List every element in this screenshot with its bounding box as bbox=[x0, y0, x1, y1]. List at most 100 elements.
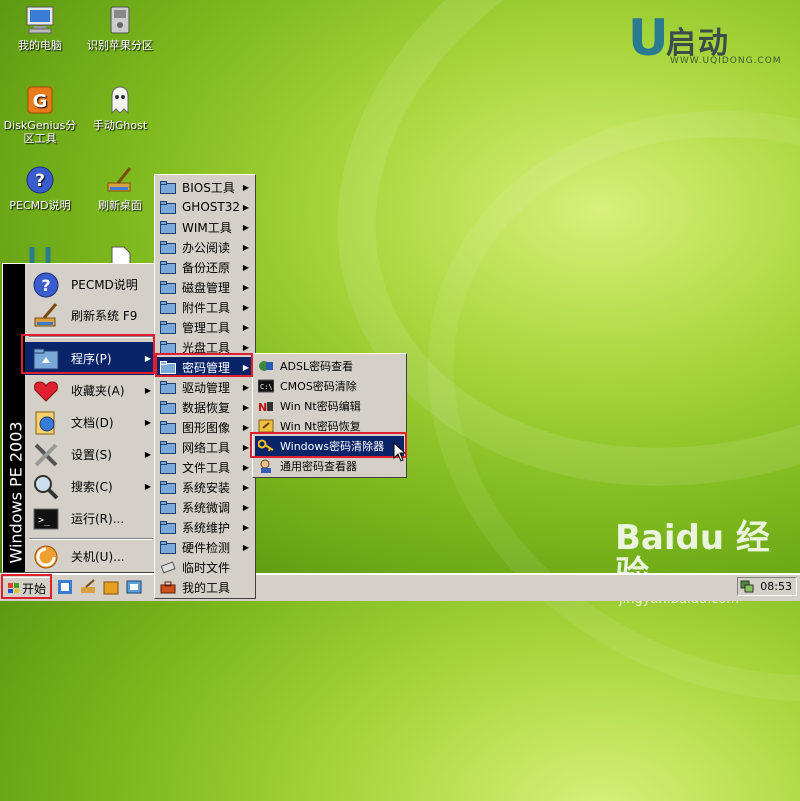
password-item-nt-edit[interactable]: N Win Nt密码编辑 bbox=[255, 396, 404, 416]
folder-icon bbox=[160, 480, 176, 494]
start-item-shutdown[interactable]: 关机(U)... bbox=[25, 540, 155, 573]
folder-icon bbox=[160, 180, 176, 194]
programs-item[interactable]: 备份还原 ▶ bbox=[157, 257, 253, 277]
quicklaunch-icon[interactable] bbox=[126, 579, 142, 595]
quicklaunch-icon[interactable] bbox=[57, 579, 73, 595]
programs-item-my-tools[interactable]: 我的工具 bbox=[157, 577, 253, 597]
console-icon: C:\ bbox=[258, 379, 274, 393]
programs-item[interactable]: 硬件检测 ▶ bbox=[157, 537, 253, 557]
password-item-label: ADSL密码查看 bbox=[280, 360, 354, 373]
programs-item[interactable]: 系统微调 ▶ bbox=[157, 497, 253, 517]
desktop-icon-refresh-desktop[interactable]: 刷新桌面 bbox=[80, 164, 160, 212]
programs-item[interactable]: WIM工具 ▶ bbox=[157, 217, 253, 237]
submenu-arrow-icon: ▶ bbox=[242, 242, 249, 252]
password-item-universal-viewer[interactable]: 通用密码查看器 bbox=[255, 456, 404, 476]
start-item-label: 刷新系统 F9 bbox=[71, 309, 138, 323]
programs-item[interactable]: 管理工具 ▶ bbox=[157, 317, 253, 337]
submenu-arrow-icon: ▶ bbox=[242, 502, 249, 512]
programs-item[interactable]: 图形图像 ▶ bbox=[157, 417, 253, 437]
desktop-icon-label: 刷新桌面 bbox=[98, 199, 142, 212]
programs-item-password-management[interactable]: 密码管理 ▶ bbox=[157, 357, 253, 377]
password-item-adsl[interactable]: ADSL密码查看 bbox=[255, 356, 404, 376]
mouse-cursor-icon bbox=[393, 442, 407, 462]
start-item-documents[interactable]: 文档(D) ▶ bbox=[25, 406, 155, 439]
desktop-icon-pecmd-help[interactable]: ? PECMD说明 bbox=[0, 164, 80, 212]
programs-item[interactable]: 数据恢复 ▶ bbox=[157, 397, 253, 417]
start-item-label: 搜索(C) bbox=[71, 480, 113, 494]
start-menu: Windows PE 2003 ? PECMD说明 刷新系统 F9 程序(P) … bbox=[2, 263, 157, 573]
password-item-cmos[interactable]: C:\ CMOS密码清除 bbox=[255, 376, 404, 396]
start-item-label: PECMD说明 bbox=[71, 278, 138, 292]
start-item-refresh-system[interactable]: 刷新系统 F9 bbox=[25, 299, 155, 332]
submenu-arrow-icon: ▶ bbox=[242, 542, 249, 552]
start-item-settings[interactable]: 设置(S) ▶ bbox=[25, 438, 155, 471]
programs-item[interactable]: 文件工具 ▶ bbox=[157, 457, 253, 477]
computer-icon bbox=[23, 4, 57, 36]
quicklaunch-icon[interactable] bbox=[103, 579, 119, 595]
desktop-icon-my-computer[interactable]: 我的电脑 bbox=[0, 4, 80, 52]
submenu-arrow-icon: ▶ bbox=[144, 418, 151, 427]
start-item-favorites[interactable]: 收藏夹(A) ▶ bbox=[25, 374, 155, 407]
programs-item-label: 磁盘管理 bbox=[182, 280, 231, 295]
programs-item[interactable]: 系统安装 ▶ bbox=[157, 477, 253, 497]
programs-item[interactable]: 办公阅读 ▶ bbox=[157, 237, 253, 257]
refresh-broom-icon bbox=[31, 302, 61, 330]
submenu-arrow-icon: ▶ bbox=[242, 322, 249, 332]
folder-icon bbox=[160, 520, 176, 534]
submenu-arrow-icon: ▶ bbox=[242, 442, 249, 452]
windows-flag-icon bbox=[7, 583, 19, 593]
start-item-label: 运行(R)... bbox=[71, 512, 125, 526]
desktop-icon-diskgenius[interactable]: G DiskGenius分 区工具 bbox=[0, 84, 80, 145]
password-viewer-icon bbox=[258, 459, 274, 473]
folder-icon bbox=[160, 280, 176, 294]
programs-item[interactable]: 系统维护 ▶ bbox=[157, 517, 253, 537]
svg-text:>_: >_ bbox=[38, 515, 51, 526]
folder-icon bbox=[160, 380, 176, 394]
desktop-icon-label: PECMD说明 bbox=[9, 199, 71, 212]
submenu-arrow-icon: ▶ bbox=[242, 182, 249, 192]
start-item-pecmd-help[interactable]: ? PECMD说明 bbox=[25, 268, 155, 301]
desktop-icon-partial[interactable] bbox=[80, 244, 160, 264]
programs-item[interactable]: 光盘工具 ▶ bbox=[157, 337, 253, 357]
submenu-arrow-icon: ▶ bbox=[144, 386, 151, 395]
desktop-icon-manual-ghost[interactable]: 手动Ghost bbox=[80, 84, 160, 132]
programs-item[interactable]: 磁盘管理 ▶ bbox=[157, 277, 253, 297]
programs-item-label: 附件工具 bbox=[182, 300, 231, 315]
start-item-run[interactable]: >_ 运行(R)... bbox=[25, 502, 155, 535]
folder-icon bbox=[160, 240, 176, 254]
folder-icon bbox=[160, 460, 176, 474]
programs-item-label: 密码管理 bbox=[182, 360, 231, 375]
programs-item-label: 管理工具 bbox=[182, 320, 231, 335]
start-button[interactable]: 开始 bbox=[2, 577, 52, 599]
programs-item[interactable]: 网络工具 ▶ bbox=[157, 437, 253, 457]
run-icon: >_ bbox=[31, 505, 61, 533]
folder-icon bbox=[160, 360, 176, 374]
programs-item-label: 网络工具 bbox=[182, 440, 231, 455]
start-item-programs[interactable]: 程序(P) ▶ bbox=[25, 342, 155, 375]
programs-item-label: 硬件检测 bbox=[182, 540, 231, 555]
submenu-arrow-icon: ▶ bbox=[144, 482, 151, 491]
clock[interactable]: 08:53 bbox=[760, 580, 792, 593]
programs-item-label: 系统微调 bbox=[182, 500, 231, 515]
programs-item-temp-files[interactable]: 临时文件 bbox=[157, 557, 253, 577]
password-item-windows-password-cleaner[interactable]: Windows密码清除器 bbox=[255, 436, 404, 456]
folder-icon bbox=[160, 440, 176, 454]
programs-item[interactable]: 附件工具 ▶ bbox=[157, 297, 253, 317]
password-item-label: Windows密码清除器 bbox=[280, 440, 385, 453]
programs-item[interactable]: GHOST32 ▶ bbox=[157, 197, 253, 217]
desktop-icon-partial[interactable] bbox=[0, 244, 80, 264]
drive-icon bbox=[103, 4, 137, 36]
submenu-arrow-icon: ▶ bbox=[242, 482, 249, 492]
document-icon bbox=[103, 244, 137, 264]
nt-edit-icon: N bbox=[258, 399, 274, 413]
password-item-nt-recover[interactable]: Win Nt密码恢复 bbox=[255, 416, 404, 436]
adsl-icon bbox=[258, 359, 274, 373]
quicklaunch-icon[interactable] bbox=[80, 579, 96, 595]
programs-item-label: 系统安装 bbox=[182, 480, 231, 495]
submenu-arrow-icon: ▶ bbox=[242, 202, 249, 212]
network-icon[interactable] bbox=[740, 580, 754, 593]
programs-item[interactable]: BIOS工具 ▶ bbox=[157, 177, 253, 197]
programs-item[interactable]: 驱动管理 ▶ bbox=[157, 377, 253, 397]
start-item-search[interactable]: 搜索(C) ▶ bbox=[25, 470, 155, 503]
desktop-icon-apple-partition[interactable]: 识别苹果分区 bbox=[80, 4, 160, 52]
